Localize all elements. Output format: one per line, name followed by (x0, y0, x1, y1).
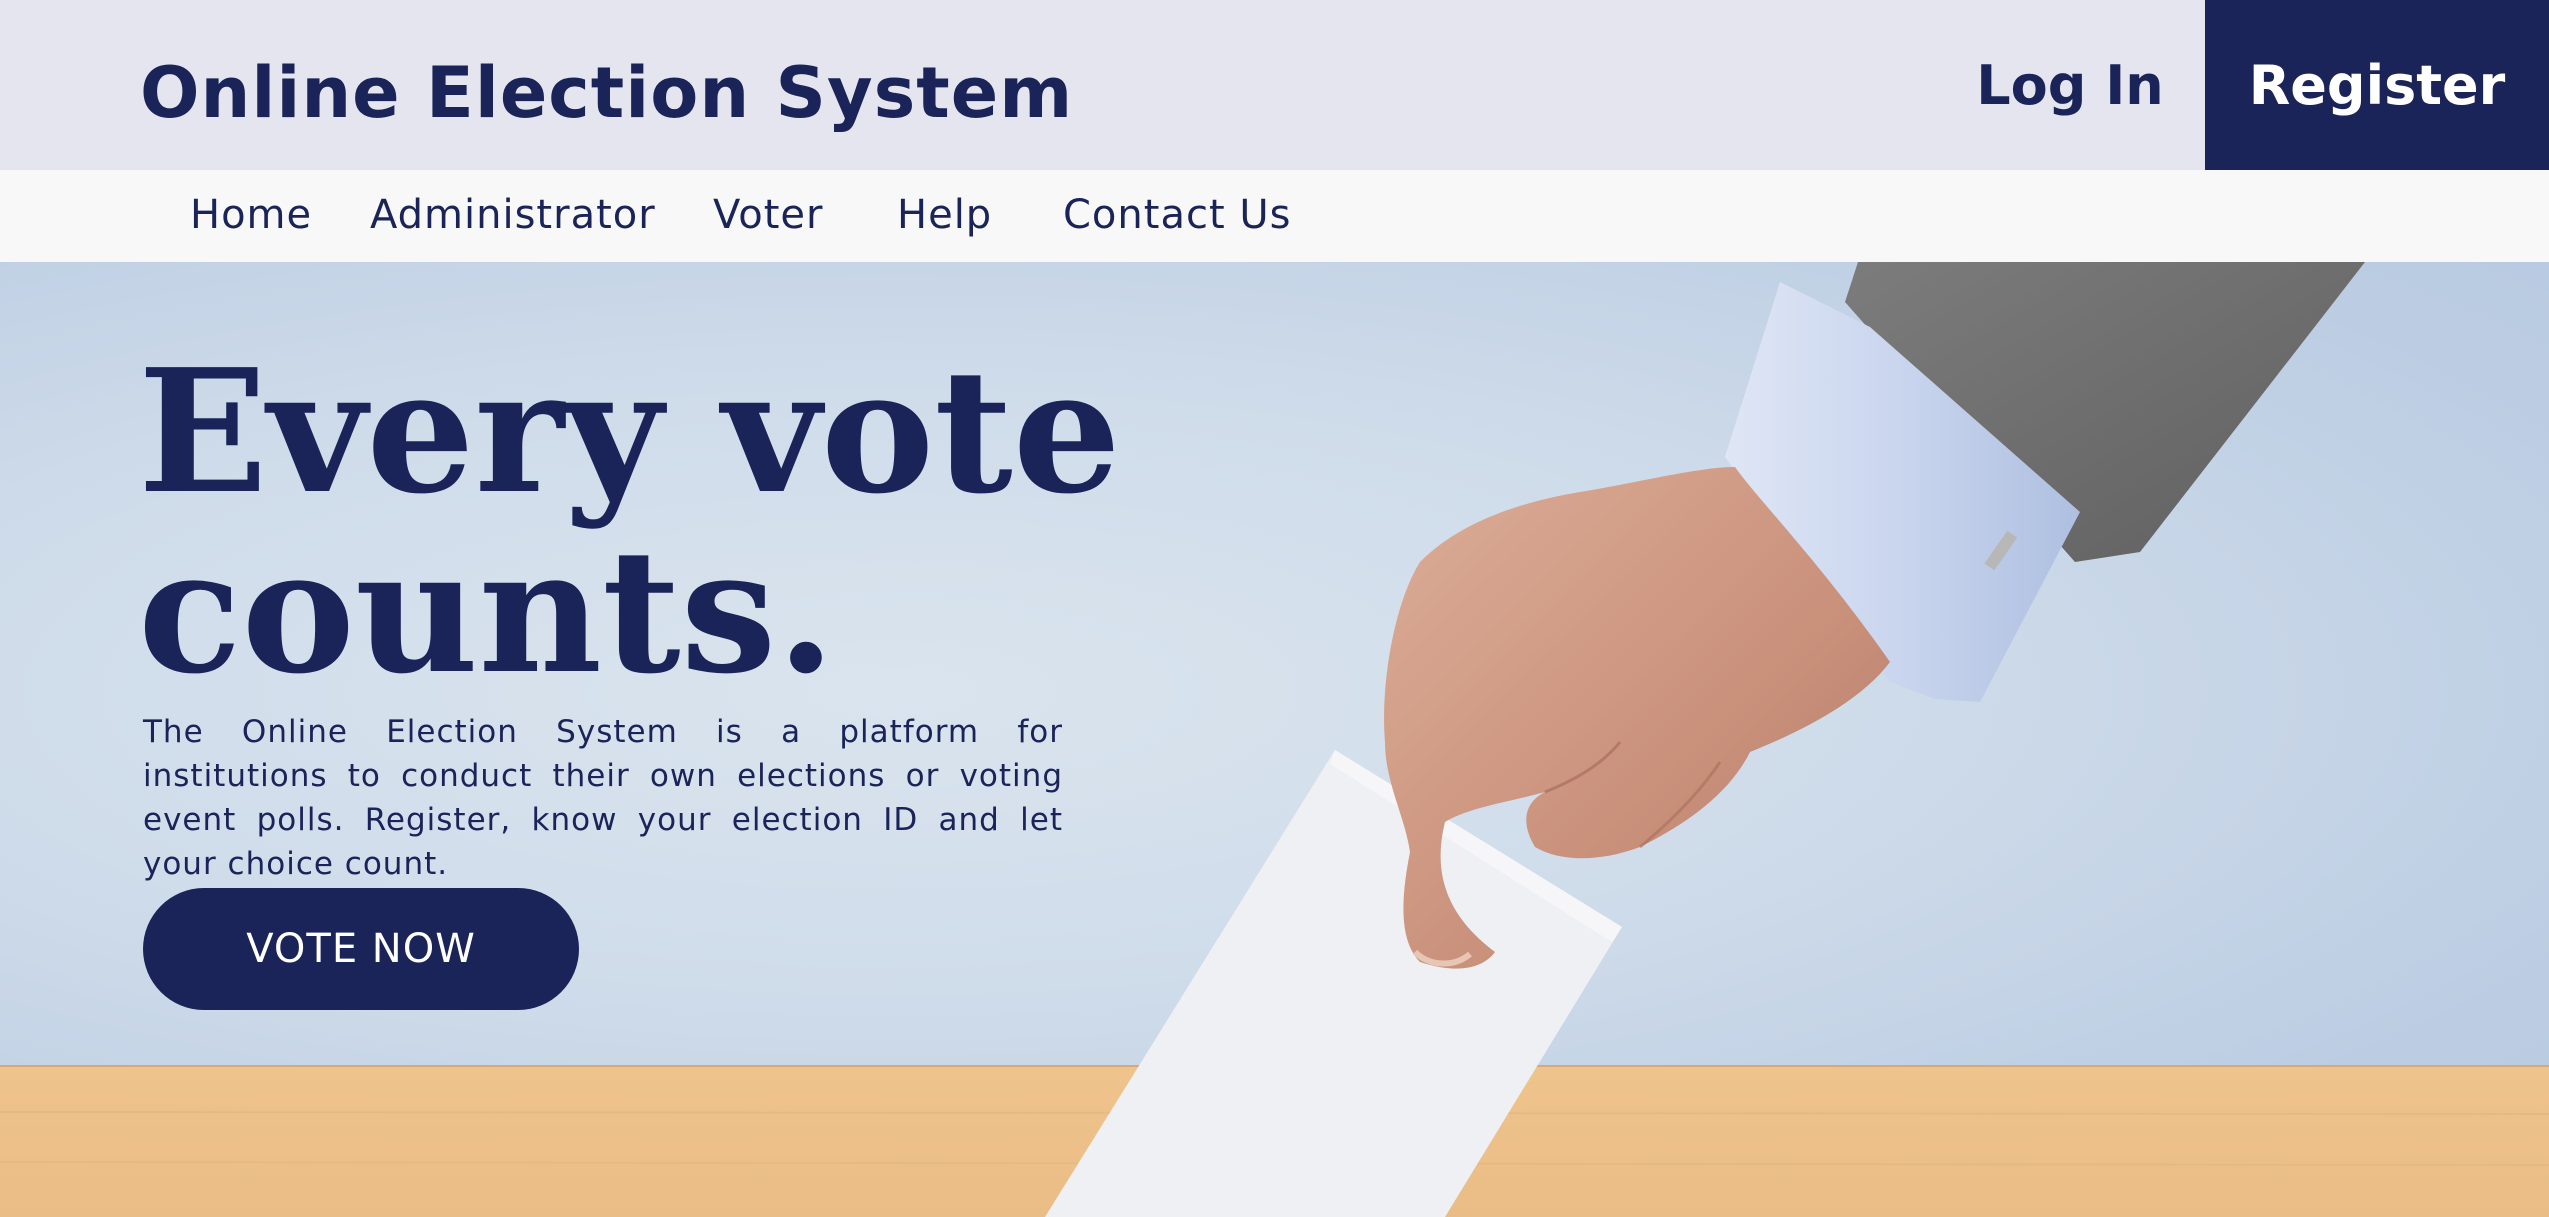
main-nav: Home Administrator Voter Help Contact Us (0, 170, 2549, 262)
hero-headline-line1: Every vote (138, 332, 1121, 532)
vote-now-button[interactable]: VOTE NOW (143, 888, 579, 1010)
hero-headline: Every vote counts. (138, 342, 1121, 702)
hero-description: The Online Election System is a platform… (143, 714, 1063, 882)
nav-item-contact-us[interactable]: Contact Us (1063, 192, 1291, 238)
top-header: Online Election System Log In Register (0, 0, 2549, 170)
nav-item-administrator[interactable]: Administrator (370, 192, 656, 238)
nav-item-voter[interactable]: Voter (713, 192, 823, 238)
site-title: Online Election System (140, 52, 1074, 134)
nav-item-help[interactable]: Help (897, 192, 992, 238)
hero-banner: Every vote counts. The Online Election S… (0, 262, 2549, 1217)
nav-item-home[interactable]: Home (190, 192, 312, 238)
login-button[interactable]: Log In (1940, 0, 2200, 170)
hero-headline-line2: counts. (138, 512, 836, 712)
register-button[interactable]: Register (2205, 0, 2549, 170)
